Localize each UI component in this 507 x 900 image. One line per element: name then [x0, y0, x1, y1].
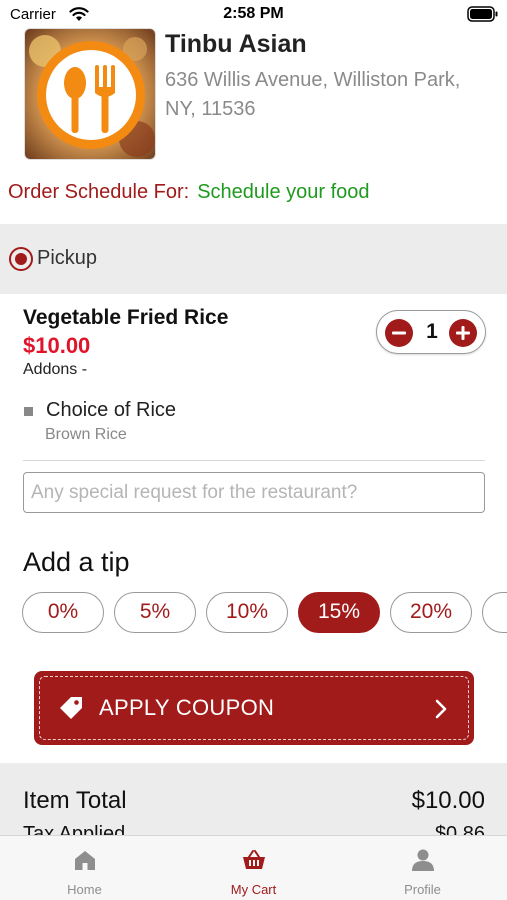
- tip-option-more[interactable]: [482, 592, 507, 633]
- status-bar: Carrier 2:58 PM: [0, 0, 507, 30]
- tip-option-15[interactable]: 15%: [298, 592, 380, 633]
- schedule-row: Order Schedule For: Schedule your food: [8, 181, 370, 204]
- pickup-label[interactable]: Pickup: [37, 247, 97, 270]
- apply-coupon-button[interactable]: APPLY COUPON: [34, 671, 474, 745]
- tab-profile[interactable]: Profile: [338, 836, 507, 900]
- tab-home-label: Home: [67, 882, 102, 897]
- tag-icon: [60, 697, 82, 719]
- tip-option-20[interactable]: 20%: [390, 592, 472, 633]
- status-time: 2:58 PM: [223, 5, 284, 22]
- restaurant-logo: [24, 28, 156, 160]
- increase-quantity-button[interactable]: [449, 319, 477, 347]
- addon-name: Choice of Rice: [46, 399, 177, 421]
- plus-icon: [456, 326, 470, 340]
- minus-icon: [392, 331, 406, 335]
- item-price: $10.00: [23, 333, 91, 358]
- quantity-value: 1: [426, 320, 438, 343]
- divider: [23, 460, 485, 461]
- radio-selected-dot: [15, 253, 27, 265]
- tax-applied-label: Tax Applied: [23, 823, 126, 835]
- pickup-radio[interactable]: [9, 247, 33, 271]
- tab-bar: Home My Cart Profile: [0, 835, 507, 900]
- battery-icon: [467, 6, 498, 22]
- item-total-value: $10.00: [411, 787, 485, 814]
- chevron-right-icon: [435, 699, 447, 719]
- tip-options: 0% 5% 10% 15% 20%: [0, 592, 507, 634]
- item-name: Vegetable Fried Rice: [23, 306, 229, 329]
- apply-coupon-label: APPLY COUPON: [99, 695, 275, 720]
- item-total-label: Item Total: [23, 787, 127, 814]
- tip-option-5[interactable]: 5%: [114, 592, 196, 633]
- addon-value: Brown Rice: [45, 426, 127, 443]
- decrease-quantity-button[interactable]: [385, 319, 413, 347]
- item-addons-label: Addons -: [23, 361, 88, 378]
- schedule-label: Order Schedule For:: [8, 181, 190, 203]
- person-icon: [412, 849, 434, 871]
- home-icon: [75, 851, 95, 870]
- tip-title: Add a tip: [23, 547, 130, 577]
- addon-bullet-icon: [24, 407, 33, 416]
- quantity-stepper: 1: [376, 310, 486, 354]
- restaurant-name: Tinbu Asian: [165, 30, 307, 58]
- schedule-link[interactable]: Schedule your food: [197, 181, 369, 203]
- special-request-input[interactable]: [23, 472, 485, 513]
- totals-section: Item Total $10.00 Tax Applied $0.86: [0, 763, 507, 835]
- tip-option-0[interactable]: 0%: [22, 592, 104, 633]
- basket-icon: [243, 850, 265, 869]
- tab-my-cart-label: My Cart: [230, 882, 277, 897]
- order-type-section: Pickup: [0, 224, 507, 294]
- tax-applied-value: $0.86: [434, 823, 485, 835]
- tab-profile-label: Profile: [404, 882, 441, 897]
- tip-option-10[interactable]: 10%: [206, 592, 288, 633]
- tab-my-cart[interactable]: My Cart: [169, 836, 338, 900]
- tab-home[interactable]: Home: [0, 836, 169, 900]
- restaurant-address: 636 Willis Avenue, Williston Park, NY, 1…: [165, 69, 461, 120]
